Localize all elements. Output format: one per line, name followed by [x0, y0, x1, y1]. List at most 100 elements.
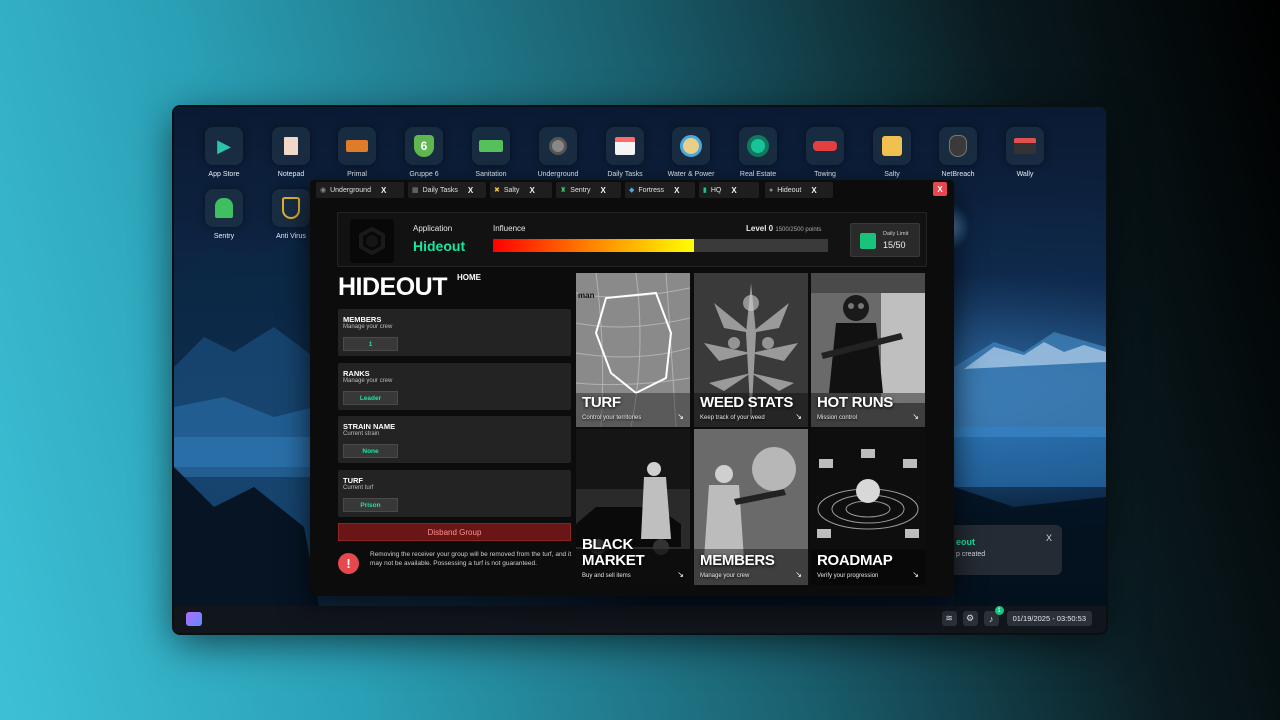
turf-value: Prison	[343, 498, 398, 512]
desktop-icon-daily-tasks[interactable]: Daily Tasks	[595, 127, 655, 178]
window-tab-bar: ◉ Underground X ▦ Daily Tasks X ✖ Salty …	[316, 182, 833, 198]
tab-hideout[interactable]: ● Hideout X	[765, 182, 833, 198]
ranks-card: RANKS Manage your crew Leader	[338, 363, 571, 410]
tile-roadmap[interactable]: ROADMAP Verify your progression ↘	[811, 429, 925, 585]
underground-icon	[539, 127, 577, 165]
notification-count-badge: 1	[994, 606, 1004, 615]
tab-close-button[interactable]: X	[811, 186, 816, 195]
app-header: Application Hideout Influence Level 0 15…	[337, 212, 927, 267]
desktop-icon-water-power[interactable]: Water & Power	[661, 127, 721, 178]
notification-title: eout	[956, 537, 975, 547]
members-card: MEMBERS Manage your crew 1	[338, 309, 571, 356]
desktop-icon-sanitation[interactable]: Sanitation	[461, 127, 521, 178]
notification-toast[interactable]: eout p created X	[944, 525, 1062, 575]
notification-subtitle: p created	[956, 551, 986, 558]
desktop-icon-app-store[interactable]: ▶ App Store	[194, 127, 254, 178]
calendar-tab-icon: ▦	[412, 187, 419, 194]
level-indicator: Level 0 1500/2500 points	[746, 224, 822, 233]
play-store-icon: ▶	[205, 127, 243, 165]
sentry-icon	[205, 189, 243, 227]
wifi-icon[interactable]: ≋	[941, 611, 957, 626]
tab-daily-tasks[interactable]: ▦ Daily Tasks X	[408, 182, 486, 198]
application-label: Application	[413, 224, 453, 233]
taskbar: ≋ ⚙ ♪ 1 01/19/2025 - 03:50:53	[174, 606, 1106, 633]
salty-icon	[873, 127, 911, 165]
turf-card: TURF Current turf Prison	[338, 470, 571, 517]
influence-label: Influence	[493, 224, 526, 233]
system-tray: ≋ ⚙ ♪ 1 01/19/2025 - 03:50:53	[941, 606, 1092, 626]
tile-black-market[interactable]: BLACK MARKET Buy and sell items ↘	[576, 429, 690, 585]
tab-close-button[interactable]: X	[529, 186, 534, 195]
tab-close-button[interactable]: X	[601, 186, 606, 195]
calendar-icon	[606, 127, 644, 165]
strain-name-card: STRAIN NAME Current strain None	[338, 416, 571, 463]
daily-limit-calendar-icon	[860, 233, 876, 249]
garbage-truck-icon	[472, 127, 510, 165]
daily-limit-label: Daily Limit	[883, 231, 909, 237]
tab-close-button[interactable]: X	[731, 186, 736, 195]
wallet-icon	[1006, 127, 1044, 165]
window-close-button[interactable]: X	[933, 182, 947, 196]
tow-truck-icon	[806, 127, 844, 165]
fortress-tab-icon: ◆	[629, 187, 635, 194]
hideout-logo-icon	[350, 219, 394, 263]
settings-gear-icon[interactable]: ⚙	[962, 611, 978, 626]
notification-bell-icon[interactable]: ♪ 1	[983, 606, 1004, 626]
tab-close-button[interactable]: X	[381, 186, 386, 195]
water-power-icon	[672, 127, 710, 165]
desktop-icon-gruppe6[interactable]: 6 Gruppe 6	[394, 127, 454, 178]
warning-icon: !	[338, 553, 359, 574]
desktop-icon-sentry[interactable]: Sentry	[194, 189, 254, 240]
desktop-icon-real-estate[interactable]: Real Estate	[728, 127, 788, 178]
shield-icon: 6	[405, 127, 443, 165]
trend-arrow-icon: ↘	[795, 570, 802, 579]
tile-hot-runs[interactable]: HOT RUNS Mission control ↘	[811, 273, 925, 427]
tab-underground[interactable]: ◉ Underground X	[316, 182, 404, 198]
underground-tab-icon: ◉	[320, 187, 327, 194]
desktop-icon-netbreach[interactable]: NetBreach	[928, 127, 988, 178]
mask-icon	[939, 127, 977, 165]
members-value: 1	[343, 337, 398, 351]
desktop-icon-salty[interactable]: Salty	[862, 127, 922, 178]
breadcrumb-home[interactable]: HOME	[457, 273, 481, 282]
notepad-icon	[272, 127, 310, 165]
tab-salty[interactable]: ✖ Salty X	[490, 182, 552, 198]
trend-arrow-icon: ↘	[677, 570, 684, 579]
trend-arrow-icon: ↘	[912, 412, 919, 421]
black-market-title: BLACK MARKET	[582, 536, 645, 569]
strain-name-value: None	[343, 444, 398, 458]
notification-close-button[interactable]: X	[1046, 533, 1052, 543]
antivirus-shield-icon	[272, 189, 310, 227]
hideout-tab-icon: ●	[769, 186, 774, 194]
daily-limit-box: Daily Limit 15/50	[850, 223, 920, 257]
truck-icon	[338, 127, 376, 165]
trend-arrow-icon: ↘	[677, 412, 684, 421]
tile-members[interactable]: MEMBERS Manage your crew ↘	[694, 429, 808, 585]
tab-close-button[interactable]: X	[468, 186, 473, 195]
desktop-icon-wally[interactable]: Wally	[995, 127, 1055, 178]
ranks-value: Leader	[343, 391, 398, 405]
tab-close-button[interactable]: X	[674, 186, 679, 195]
tab-hq[interactable]: ▮ HQ X	[699, 182, 759, 198]
sentry-tab-icon: ♜	[560, 187, 567, 194]
desktop-icon-towing[interactable]: Towing	[795, 127, 855, 178]
tab-sentry[interactable]: ♜ Sentry X	[556, 182, 621, 198]
desktop-icon-notepad[interactable]: Notepad	[261, 127, 321, 178]
tile-weed-stats[interactable]: WEED STATS Keep track of your weed ↘	[694, 273, 808, 427]
start-menu-button[interactable]	[186, 612, 202, 626]
page-title: HIDEOUT	[338, 273, 448, 301]
map-place-label: man	[578, 291, 595, 300]
warning-text: Removing the receiver your group will be…	[370, 551, 572, 567]
tile-turf[interactable]: man TURF Control your territories ↘	[576, 273, 690, 427]
tab-fortress[interactable]: ◆ Fortress X	[625, 182, 695, 198]
hideout-app-window: ◉ Underground X ▦ Daily Tasks X ✖ Salty …	[310, 180, 954, 596]
influence-progress-bar	[493, 239, 828, 252]
disband-group-button[interactable]: Disband Group	[338, 523, 571, 541]
application-name: Hideout	[413, 238, 466, 254]
trend-arrow-icon: ↘	[912, 570, 919, 579]
desktop-icon-primal[interactable]: Primal	[327, 127, 387, 178]
hq-tab-icon: ▮	[703, 187, 707, 194]
desktop-icon-underground[interactable]: Underground	[528, 127, 588, 178]
daily-limit-value: 15/50	[883, 240, 906, 250]
influence-progress-fill	[493, 239, 694, 252]
